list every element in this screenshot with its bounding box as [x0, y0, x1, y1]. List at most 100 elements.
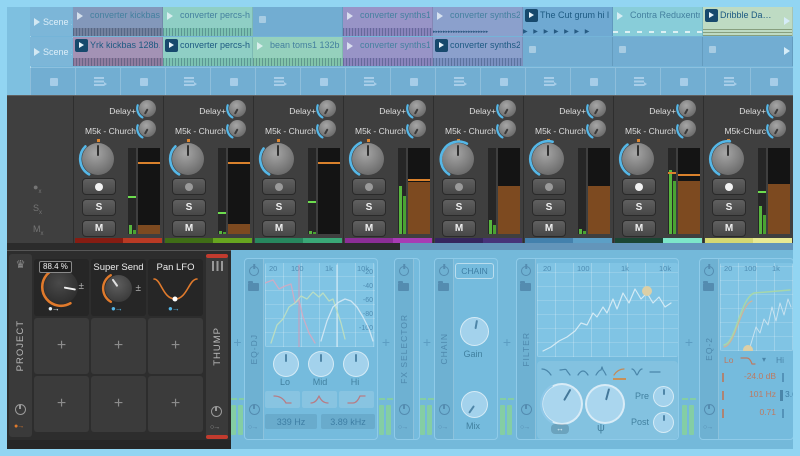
clip-slot[interactable]: Yrk kickbas 128b… [73, 37, 163, 66]
add-modulator-cell[interactable]: + [148, 318, 203, 374]
modulation-route-icon[interactable]: ○→ [248, 424, 257, 431]
dropdown-caret[interactable]: ▾ [762, 355, 766, 364]
add-device-button[interactable]: + [420, 334, 434, 350]
remote-controls-icon[interactable] [704, 404, 715, 415]
clip-stop-cell[interactable] [345, 68, 391, 95]
clip-play-icon[interactable] [617, 12, 623, 20]
play-icon[interactable] [34, 48, 40, 56]
clip-play-icon[interactable] [347, 42, 353, 50]
macro-knob[interactable] [44, 270, 78, 304]
clip-play-icon[interactable] [437, 12, 443, 20]
volume-knob[interactable] [532, 143, 564, 175]
device-slot-name[interactable]: Delay+ [436, 106, 496, 116]
device-slot-name[interactable]: Delay+ [526, 106, 586, 116]
clip-slot[interactable] [703, 37, 793, 66]
send-knob[interactable] [589, 100, 606, 117]
record-arm-button[interactable] [712, 178, 746, 195]
add-device-button[interactable]: + [679, 334, 699, 350]
band-selector-row[interactable]: Lo ▾ Hi [720, 355, 793, 367]
scene-header[interactable]: Scene 12 [30, 7, 72, 36]
record-arm-button[interactable] [82, 178, 116, 195]
solo-button[interactable]: S [82, 199, 116, 216]
clip-slot[interactable]: bean toms1 132b… [253, 37, 343, 66]
device-slot-name[interactable]: M5k - Church [526, 126, 586, 136]
mute-button[interactable]: M [82, 220, 116, 237]
solo-button[interactable]: S [712, 199, 746, 216]
volume-knob[interactable] [352, 143, 384, 175]
send-knob[interactable] [679, 120, 696, 137]
filter-shape-button[interactable] [302, 391, 337, 408]
send-knob[interactable] [589, 120, 606, 137]
remote-controls-icon[interactable] [521, 404, 532, 415]
record-arm-button[interactable] [262, 178, 296, 195]
clip-slot[interactable] [613, 37, 703, 66]
mute-button[interactable]: M [442, 220, 476, 237]
modulation-route-icon[interactable]: ●→ [168, 304, 179, 313]
device-header-rail[interactable]: CHAIN○→ [435, 259, 454, 439]
param-value[interactable]: 0.71 [728, 407, 776, 417]
record-arm-button[interactable] [442, 178, 476, 195]
modulator-cell[interactable]: Super Send±●→ [91, 259, 146, 316]
record-arm-button[interactable] [622, 178, 656, 195]
send-knob[interactable] [139, 120, 156, 137]
record-arm-button[interactable] [532, 178, 566, 195]
clip-slot[interactable]: converter synths2… [433, 37, 523, 66]
add-device-button[interactable]: + [378, 334, 394, 350]
clip-slot[interactable]: converter percs-h… [163, 37, 253, 66]
clip-slot[interactable]: The Cut grum hi l…▶ ▶ ▶ ▶ ▶ ▶ ▶ [523, 7, 613, 36]
clip-stop-cell[interactable] [705, 68, 751, 95]
volume-knob[interactable] [442, 143, 474, 175]
send-knob[interactable] [769, 100, 786, 117]
filter-shape-button[interactable] [339, 391, 374, 408]
modulation-route-icon[interactable]: ○→ [703, 424, 712, 431]
eq-band-knob[interactable] [273, 351, 299, 377]
clip-slot[interactable]: converter percs-h… [163, 7, 253, 36]
modulation-route-icon[interactable]: ●→ [111, 304, 122, 313]
thump-rail[interactable]: THUMP ○→ [206, 254, 228, 439]
send-knob[interactable] [139, 100, 156, 117]
add-modulator-cell[interactable]: + [34, 376, 89, 432]
clip-stop-cell[interactable] [75, 68, 121, 95]
clip-stop-cell[interactable] [750, 68, 796, 95]
mute-clear-icon[interactable]: Mx [33, 224, 44, 237]
clip-play-icon[interactable] [347, 12, 353, 20]
send-knob[interactable] [319, 100, 336, 117]
send-knob[interactable] [229, 120, 246, 137]
filter-type-button[interactable] [541, 364, 555, 378]
scene-header[interactable]: Scene 13 [30, 37, 72, 66]
clip-play-icon[interactable] [435, 39, 448, 52]
mute-button[interactable]: M [262, 220, 296, 237]
device-chain[interactable]: CHAIN○→CHAINGainMix [434, 258, 498, 440]
mute-button[interactable]: M [532, 220, 566, 237]
clip-slot[interactable]: converter kickbas… [73, 7, 163, 36]
filter-type-button[interactable] [613, 364, 627, 378]
device-slot-name[interactable]: Delay+ [166, 106, 226, 116]
record-clear-icon[interactable]: ●x [33, 182, 41, 195]
add-modulator-cell[interactable]: + [148, 376, 203, 432]
remote-controls-icon[interactable] [439, 404, 450, 415]
band-lo-label[interactable]: Lo [724, 355, 733, 365]
add-device-button[interactable]: + [498, 334, 516, 350]
clip-stop-cell[interactable] [210, 68, 256, 95]
clip-stop-cell[interactable] [390, 68, 436, 95]
solo-button[interactable]: S [622, 199, 656, 216]
pre-knob[interactable] [653, 386, 674, 407]
band-hi-label[interactable]: Hi [776, 355, 784, 365]
eq-band-knob[interactable] [343, 351, 369, 377]
device-header-rail[interactable]: FILTER○→ [517, 259, 536, 439]
modulation-route-icon[interactable]: ○→ [210, 424, 219, 431]
project-rail[interactable]: ♛ PROJECT ●→ [9, 254, 32, 437]
solo-button[interactable]: S [172, 199, 206, 216]
volume-knob[interactable] [262, 143, 294, 175]
chain-header[interactable]: CHAIN [455, 263, 494, 279]
filter-type-button[interactable] [595, 364, 609, 378]
device-slot-name[interactable]: Delay+ [616, 106, 676, 116]
device-slot-name[interactable]: Delay+ [706, 106, 766, 116]
clip-play-icon[interactable] [525, 9, 538, 22]
device-slot-name[interactable]: M5k - Church [76, 126, 136, 136]
device-slot-name[interactable]: M5k - Church [166, 126, 226, 136]
clip-stop-cell[interactable] [255, 68, 301, 95]
clip-slot[interactable] [253, 7, 343, 36]
slope-icon[interactable]: ↔ [551, 424, 569, 434]
send-knob[interactable] [319, 120, 336, 137]
